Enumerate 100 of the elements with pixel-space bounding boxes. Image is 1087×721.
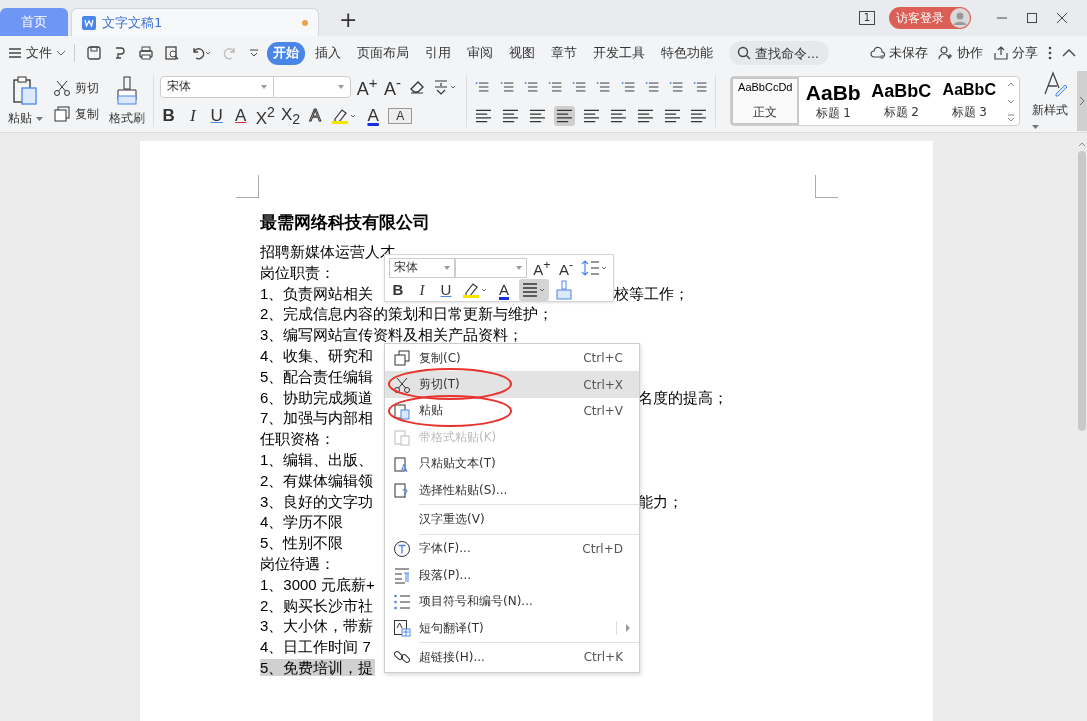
scroll-up-icon[interactable] <box>1078 141 1086 147</box>
menu-item[interactable]: 粘贴 Ctrl+V <box>385 397 639 425</box>
format-button[interactable]: X$_{2}$ <box>280 104 301 127</box>
alignment-icon[interactable] <box>553 105 575 126</box>
style-option[interactable]: AaBb 标题 1 <box>799 77 868 125</box>
document-line: 5、性别不限 <box>260 534 344 552</box>
close-icon[interactable] <box>1056 12 1068 24</box>
font-name-field[interactable]: 宋体 <box>389 257 455 278</box>
menu-item[interactable]: 选择性粘贴(S)... <box>385 476 639 504</box>
login-button[interactable]: 访客登录 <box>889 7 971 29</box>
menu-item[interactable]: 复制(C) Ctrl+C <box>385 345 639 372</box>
format-button[interactable]: A <box>388 107 413 124</box>
undo-icon[interactable] <box>190 45 212 61</box>
menu-item[interactable]: 剪切(T) Ctrl+X <box>385 371 639 398</box>
print-icon[interactable] <box>138 45 154 61</box>
ribbon-tab[interactable]: 视图 <box>503 41 541 65</box>
style-option[interactable]: AaBbCcDd 正文 <box>731 77 800 125</box>
format-button[interactable]: A <box>306 105 325 126</box>
document-line: 7、加强与内部相 <box>260 409 374 427</box>
format-button[interactable]: U <box>207 105 226 126</box>
format-painter-button[interactable]: 格式刷 <box>108 109 145 127</box>
page-count[interactable]: 1 <box>858 11 875 25</box>
print-preview-icon[interactable] <box>164 45 180 61</box>
align-icon[interactable] <box>519 278 549 301</box>
document-line: 4、学历不限 <box>260 513 344 531</box>
chevron-down-icon[interactable] <box>56 49 66 57</box>
format-button[interactable]: B <box>389 279 407 300</box>
menu-icon[interactable] <box>8 47 22 59</box>
ribbon-tab[interactable]: 插入 <box>309 41 347 65</box>
font-name-field[interactable]: 宋体 <box>159 75 274 98</box>
style-option[interactable]: AaBbC 标题 3 <box>935 77 1004 125</box>
command-search-field[interactable]: 查找命令... <box>729 41 829 65</box>
font-size-step-button[interactable]: A$^{+}$ <box>356 73 378 100</box>
scissors-icon <box>393 375 411 394</box>
menu-item[interactable]: 项目符号和编号(N)... <box>385 588 639 615</box>
menu-item[interactable]: 短句翻译(T) <box>385 614 639 642</box>
document-line: 1、3000 元底薪+ <box>260 575 375 593</box>
search-icon <box>737 46 751 60</box>
toolbar-action[interactable]: 分享 <box>990 44 1041 62</box>
more-icon[interactable] <box>1048 46 1052 60</box>
ribbon-tab[interactable]: 页面布局 <box>351 41 415 65</box>
paste-icon[interactable] <box>12 75 39 106</box>
cloud-icon <box>870 46 886 60</box>
ribbon-tab[interactable]: 审阅 <box>461 41 499 65</box>
format-button[interactable]: U <box>437 279 455 300</box>
format-button[interactable]: X$^{2}$ <box>255 103 275 129</box>
format-button[interactable]: I <box>183 105 202 126</box>
document-line: 3、良好的文字功 <box>260 492 374 510</box>
new-style-icon[interactable] <box>1041 69 1068 98</box>
font-size-field[interactable] <box>272 75 351 98</box>
paste-button[interactable]: 粘贴 <box>8 109 43 127</box>
document-line: 4、收集、研究和 <box>260 347 374 364</box>
document-title: 最需网络科技有限公司 <box>260 211 431 234</box>
translate-icon <box>393 619 411 638</box>
font-size-step-button[interactable]: A$^{-}$ <box>557 255 575 280</box>
toolbar-action[interactable]: 协作 <box>935 44 986 62</box>
customize-icon[interactable] <box>248 47 260 59</box>
ribbon-tab[interactable]: 章节 <box>545 41 583 65</box>
margin-corner-mark <box>815 175 838 198</box>
font-icon <box>393 539 411 558</box>
caret-icon <box>35 116 43 122</box>
share-icon <box>993 46 1009 60</box>
line-spacing-icon[interactable] <box>581 258 607 277</box>
menu-item[interactable]: 字体(F)... Ctrl+D <box>385 535 639 563</box>
font-size-field[interactable] <box>455 257 527 278</box>
new-style-button[interactable]: 新样式 <box>1032 101 1078 133</box>
new-tab-button[interactable]: + <box>333 6 364 34</box>
ribbon-tab[interactable]: 特色功能 <box>655 41 719 65</box>
font-size-step-button[interactable]: A$^{+}$ <box>533 255 551 280</box>
file-menu[interactable]: 文件 <box>26 44 52 62</box>
format-button[interactable]: A <box>364 105 383 126</box>
document-line: 3、大小休，带薪 <box>260 617 374 635</box>
format-button[interactable]: A <box>495 279 513 300</box>
cut-button[interactable]: 剪切 <box>52 79 99 97</box>
copy-button[interactable]: 复制 <box>52 105 99 123</box>
font-size-step-button[interactable]: A$^{-}$ <box>383 73 402 100</box>
save-icon[interactable] <box>86 45 102 61</box>
collapse-icon[interactable] <box>1062 48 1076 58</box>
ribbon-tab[interactable]: 引用 <box>419 41 457 65</box>
document-line: 岗位职责： <box>260 263 335 281</box>
maximize-icon[interactable] <box>1026 12 1038 24</box>
toolbar-action[interactable]: 未保存 <box>867 44 931 62</box>
menu-item[interactable]: 汉字重选(V) <box>385 506 639 533</box>
chevron-right-icon[interactable] <box>1079 96 1086 106</box>
document-tab[interactable]: 文字文稿1 <box>71 8 319 36</box>
format-button[interactable]: A <box>231 105 250 126</box>
scrollbar-thumb[interactable] <box>1078 151 1086 431</box>
scissors-icon <box>52 79 71 97</box>
menu-item[interactable]: 只粘贴文本(T) <box>385 450 639 477</box>
format-button[interactable]: B <box>159 105 178 126</box>
ribbon-tab[interactable]: 开发工具 <box>587 41 651 65</box>
copy-icon <box>393 349 411 368</box>
document-line: 2、完成信息内容的策划和日常更新与维护； <box>260 305 554 323</box>
format-painter-icon[interactable] <box>114 75 139 106</box>
menu-item[interactable]: 超链接(H)... Ctrl+K <box>385 644 639 671</box>
ribbon-tab[interactable]: 开始 <box>267 41 305 65</box>
menu-item[interactable]: 段落(P)... <box>385 562 639 589</box>
caret-icon <box>1032 124 1040 130</box>
format-button[interactable]: I <box>413 279 431 300</box>
style-option[interactable]: AaBbC 标题 2 <box>867 77 936 125</box>
